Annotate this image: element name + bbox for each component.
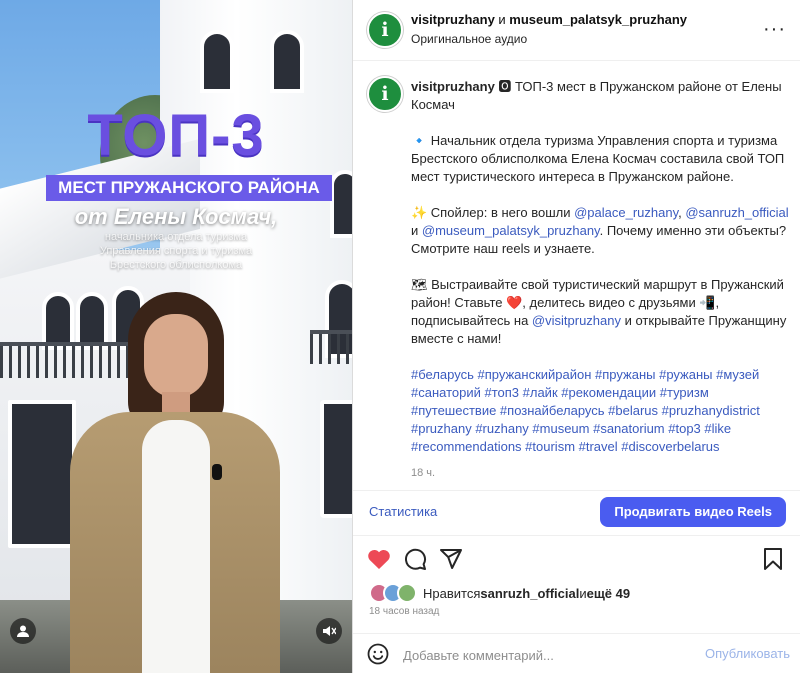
window bbox=[320, 400, 352, 518]
authors-conjunction: и bbox=[494, 12, 510, 27]
balcony-railing bbox=[310, 330, 352, 364]
caption-paragraph-1: 🔹 Начальник отдела туризма Управления сп… bbox=[411, 133, 785, 184]
caption-avatar-icon[interactable]: i bbox=[367, 76, 403, 112]
insights-bar: Статистика Продвигать видео Reels bbox=[353, 490, 800, 536]
mute-icon[interactable] bbox=[316, 618, 342, 644]
profile-icon[interactable] bbox=[10, 618, 36, 644]
post-authors: visitpruzhany и museum_palatsyk_pruzhany bbox=[411, 12, 687, 27]
window bbox=[8, 400, 76, 548]
heart-icon[interactable] bbox=[365, 545, 393, 573]
mention-visitpruzhany[interactable]: @visitpruzhany bbox=[532, 313, 621, 328]
video-title-bar: МЕСТ ПРУЖАНСКОГО РАЙОНА bbox=[46, 175, 332, 201]
caption-paragraph-2: ✨ Спойлер: в него вошли @palace_ruzhany,… bbox=[411, 204, 791, 258]
caption: visitpruzhany 🅾 ТОП-3 мест в Пружанском … bbox=[411, 78, 791, 482]
info-logo-icon[interactable]: i bbox=[367, 12, 403, 48]
action-bar bbox=[353, 545, 800, 573]
publish-button[interactable]: Опубликовать bbox=[705, 646, 790, 661]
comment-icon[interactable] bbox=[401, 545, 429, 573]
presenter bbox=[70, 292, 280, 673]
reel-video[interactable]: ТОП-3 МЕСТ ПРУЖАНСКОГО РАЙОНА от Елены К… bbox=[0, 0, 352, 673]
more-icon[interactable]: ··· bbox=[763, 18, 786, 41]
mention-sanruzh-official[interactable]: @sanruzh_official bbox=[685, 205, 788, 220]
audio-label[interactable]: Оригинальное аудио bbox=[411, 32, 527, 46]
likes-mid: и bbox=[579, 585, 587, 601]
comment-input[interactable] bbox=[401, 642, 705, 668]
post-header: i visitpruzhany и museum_palatsyk_pruzha… bbox=[353, 0, 800, 61]
lapel-mic bbox=[212, 464, 222, 480]
caption-text: и bbox=[411, 223, 422, 238]
caption-username[interactable]: visitpruzhany bbox=[411, 79, 495, 94]
emoji-icon[interactable] bbox=[367, 643, 389, 665]
comment-bar: Опубликовать bbox=[353, 633, 800, 674]
hashtags[interactable]: #беларусь #пружанскийрайон #пружаны #руж… bbox=[411, 366, 791, 456]
likes-count[interactable]: ещё 49 bbox=[587, 586, 631, 601]
posted-ago: 18 часов назад bbox=[369, 606, 440, 617]
liker-avatar bbox=[397, 583, 417, 603]
share-icon[interactable] bbox=[437, 545, 465, 573]
post-time: 18 ч. bbox=[411, 467, 436, 479]
video-subtitle-line2: Управления спорта и туризма bbox=[99, 245, 253, 257]
mention-palace-ruzhany[interactable]: @palace_ruzhany bbox=[574, 205, 678, 220]
video-title-author: от Елены Космач, bbox=[74, 204, 278, 229]
post-panel: i visitpruzhany и museum_palatsyk_pruzha… bbox=[352, 0, 800, 673]
bookmark-icon[interactable] bbox=[759, 545, 787, 573]
presenter-face bbox=[144, 314, 208, 398]
caption-paragraph-3: 🗺 Выстраивайте свой туристический маршру… bbox=[411, 276, 791, 348]
promote-reels-button[interactable]: Продвигать видео Reels bbox=[600, 497, 786, 527]
caption-text: ✨ Спойлер: в него вошли bbox=[411, 205, 575, 220]
likes-user[interactable]: sanruzh_official bbox=[480, 586, 579, 601]
author-link-museum[interactable]: museum_palatsyk_pruzhany bbox=[509, 12, 687, 27]
statistics-link[interactable]: Статистика bbox=[369, 504, 437, 519]
video-subtitle-line3: Брестского облисполкома bbox=[109, 259, 243, 271]
likes-prefix: Нравится bbox=[423, 585, 481, 601]
likes-summary[interactable]: Нравится sanruzh_official и ещё 49 bbox=[369, 583, 630, 603]
window bbox=[200, 30, 234, 93]
window bbox=[270, 30, 304, 93]
video-subtitle-line1: начальника отдела туризма bbox=[104, 231, 248, 243]
mention-museum[interactable]: @museum_palatsyk_pruzhany bbox=[422, 223, 600, 238]
video-title-top3: ТОП-3 bbox=[87, 103, 265, 168]
presenter-shirt bbox=[142, 420, 210, 673]
author-link-visitpruzhany[interactable]: visitpruzhany bbox=[411, 12, 495, 27]
